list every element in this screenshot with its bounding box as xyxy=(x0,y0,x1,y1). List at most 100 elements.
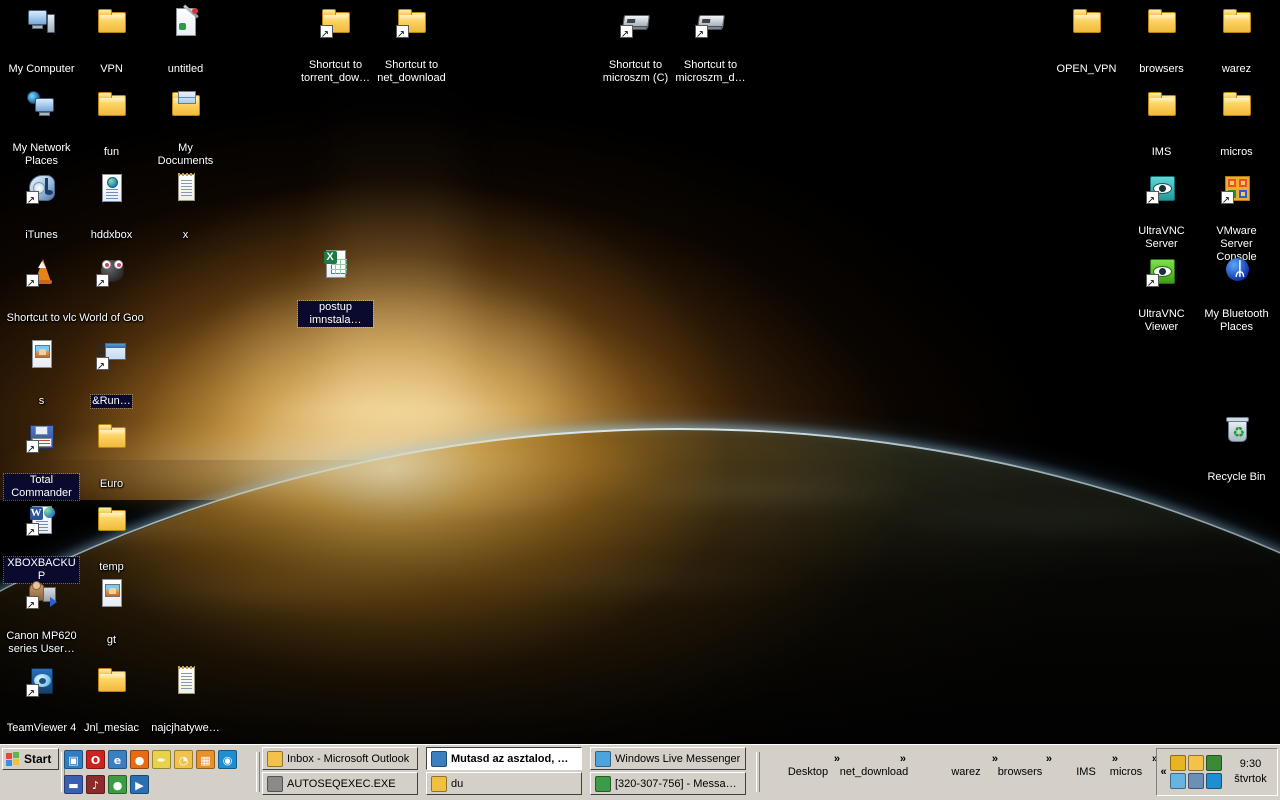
clock-day: štvrtok xyxy=(1234,773,1267,785)
tray-collapse-button[interactable]: « xyxy=(1157,749,1170,795)
media-player-icon[interactable]: ▶ xyxy=(130,775,149,794)
system-tray[interactable]: « 9:30 štvrtok xyxy=(1156,748,1278,796)
taskbar-window-button-label: du xyxy=(451,777,464,790)
desktop-icon-label: untitled xyxy=(167,63,204,75)
dos-app-icon xyxy=(267,775,283,792)
desktop-icon[interactable]: Shortcut to vlc xyxy=(4,255,79,326)
desktop-icon[interactable]: My Network Places xyxy=(4,89,79,169)
edit-pencil-icon[interactable]: ✒ xyxy=(152,750,171,769)
recycle-bin-icon: ♻ xyxy=(1221,414,1253,446)
taskbar-clock[interactable]: 9:30 štvrtok xyxy=(1226,757,1277,787)
teamviewer-icon[interactable]: ◉ xyxy=(218,750,237,769)
desktop-icon[interactable]: Euro xyxy=(74,421,149,492)
outlook-icon[interactable]: ◔ xyxy=(174,750,193,769)
desktop-icon[interactable]: fun xyxy=(74,89,149,160)
messenger-tray-icon[interactable] xyxy=(1170,773,1186,789)
taskbar[interactable]: Start ▣ Oe ● ✒ ◔ ▦ ◉ ▬ ♪ ● ▶ Inbox - Microsoft Ou… xyxy=(0,744,1280,800)
desktop-icon[interactable]: Total Commander xyxy=(3,421,80,501)
network-tray-icon[interactable] xyxy=(1188,773,1204,789)
desktop-icon[interactable]: IMS xyxy=(1124,89,1199,160)
desktop-icon-label: Jnl_mesiac xyxy=(83,722,140,734)
desktop-icon[interactable]: Xpostup imnstala… xyxy=(297,248,374,328)
desktop-icon[interactable]: Shortcut to torrent_dow… xyxy=(298,6,373,86)
desktop-icon[interactable]: ♻ Recycle Bin xyxy=(1199,414,1274,485)
itunes-icon xyxy=(25,172,58,206)
quick-launch-bar[interactable]: ▣ Oe ● ✒ ◔ ▦ ◉ ▬ ♪ ● ▶ xyxy=(64,747,244,799)
chevron-overflow-icon[interactable]: » xyxy=(828,753,920,765)
total-commander-icon[interactable]: ▬ xyxy=(64,775,83,794)
html-document-icon xyxy=(96,172,128,204)
taskbar-window-button[interactable]: Mutasd az asztalod, … xyxy=(426,747,582,770)
desktop-icon-label: x xyxy=(182,229,189,241)
desktop-icon[interactable]: OPEN_VPN xyxy=(1049,6,1124,77)
desktop-icon[interactable]: VPN xyxy=(74,6,149,77)
taskbar-window-button[interactable]: Inbox - Microsoft Outlook xyxy=(262,747,418,770)
start-button[interactable]: Start xyxy=(2,748,59,770)
ultravnc-server-icon xyxy=(1145,172,1178,206)
folder-shortcut-icon xyxy=(319,6,352,40)
taskbar-window-button[interactable]: Windows Live Messenger xyxy=(590,747,746,770)
antivirus-icon[interactable] xyxy=(1206,755,1222,771)
taskbar-window-button[interactable]: AUTOSEQEXEC.EXE xyxy=(262,772,418,795)
desktop-icon[interactable]: browsers xyxy=(1124,6,1199,77)
winamp-icon[interactable]: ♪ xyxy=(86,775,105,794)
desktop-icon[interactable]: warez xyxy=(1199,6,1274,77)
desktop-icon[interactable]: s xyxy=(4,338,79,409)
desktop-icon[interactable]: x xyxy=(148,172,223,243)
show-desktop-icon[interactable]: ▣ xyxy=(64,750,83,769)
desktop-icon[interactable]: My Documents xyxy=(148,89,223,169)
word-document-icon: W xyxy=(25,504,58,538)
desktop-icon[interactable]: Shortcut to microszm_d… xyxy=(673,6,748,86)
desktop-icon-label: iTunes xyxy=(25,229,58,241)
internet-explorer-icon[interactable]: e xyxy=(108,750,127,769)
desktop-icon[interactable]: &Run… xyxy=(74,338,149,409)
desktop-icon[interactable]: najcjhatywe… xyxy=(148,665,223,736)
chrome-icon[interactable]: ● xyxy=(108,775,127,794)
desktop-icon[interactable]: Canon MP620 series User… xyxy=(4,577,79,657)
taskbar-window-button[interactable]: [320-307-756] - Messagi… xyxy=(590,772,746,795)
desktop-icon-label: fun xyxy=(103,146,120,158)
desktop-icon[interactable]: VMware Server Console xyxy=(1199,172,1274,265)
desktop-icon[interactable]: micros xyxy=(1199,89,1274,160)
window-buttons-area: Inbox - Microsoft Outlook AUTOSEQEXEC.EXE… xyxy=(262,747,754,799)
taskbar-buttons-grip[interactable] xyxy=(256,752,260,792)
firewall-icon[interactable] xyxy=(1170,755,1186,771)
desktop-icon[interactable]: Shortcut to net_download xyxy=(374,6,449,86)
opera-icon[interactable]: O xyxy=(86,750,105,769)
firefox-icon[interactable]: ● xyxy=(130,750,149,769)
desktop-icon[interactable]: Jnl_mesiac xyxy=(74,665,149,736)
desktop-icon-label: s xyxy=(38,395,45,407)
taskbar-window-button[interactable]: du xyxy=(426,772,582,795)
desktop-icon[interactable]: Shortcut to microszm (C) xyxy=(598,6,673,86)
clock-time: 9:30 xyxy=(1239,758,1262,770)
desktop-icon[interactable]: untitled xyxy=(148,4,223,77)
vlc-icon xyxy=(25,255,58,289)
my-computer-icon xyxy=(26,6,58,38)
desktop-icon[interactable]: iTunes xyxy=(4,172,79,243)
desktop-icon[interactable]: temp xyxy=(74,504,149,575)
tray-icons xyxy=(1170,752,1226,792)
desktop-wallpaper[interactable]: My Computer VPN untitled Shortcut to torren… xyxy=(0,0,1280,744)
network-places-icon xyxy=(26,89,58,121)
start-button-label: Start xyxy=(24,752,52,766)
desktop-icon[interactable]: UltraVNC Server xyxy=(1124,172,1199,252)
desktop-icon[interactable]: gt xyxy=(74,577,149,648)
outlook-icon xyxy=(267,750,283,767)
desktop-icon[interactable]: WXBOXBACKUP xyxy=(3,504,80,584)
desktop-icon[interactable]: UltraVNC Viewer xyxy=(1124,255,1199,335)
desktop-icon-label: UltraVNC Server xyxy=(1138,225,1185,250)
desktop-icon-label: OPEN_VPN xyxy=(1056,63,1117,75)
desktop-icon-label: TeamViewer 4 xyxy=(6,722,77,734)
desktop-icon[interactable]: hddxbox xyxy=(74,172,149,243)
desktop-icon[interactable]: TeamViewer 4 xyxy=(4,665,79,736)
desktop-icon[interactable]: World of Goo xyxy=(74,255,149,326)
desk-toolbar[interactable]: » net_download xyxy=(828,753,920,779)
desktop-icon-label: warez xyxy=(1221,63,1252,75)
outlook-tray-icon[interactable] xyxy=(1188,755,1204,771)
teamviewer-tray-icon[interactable] xyxy=(1206,773,1222,789)
image-document-icon xyxy=(96,577,128,609)
vmware-icon[interactable]: ▦ xyxy=(196,750,215,769)
desktop-icon[interactable]: ᛦ My Bluetooth Places xyxy=(1199,255,1274,335)
desktop-icon[interactable]: My Computer xyxy=(4,6,79,77)
desk-toolbars-grip[interactable] xyxy=(756,752,760,792)
